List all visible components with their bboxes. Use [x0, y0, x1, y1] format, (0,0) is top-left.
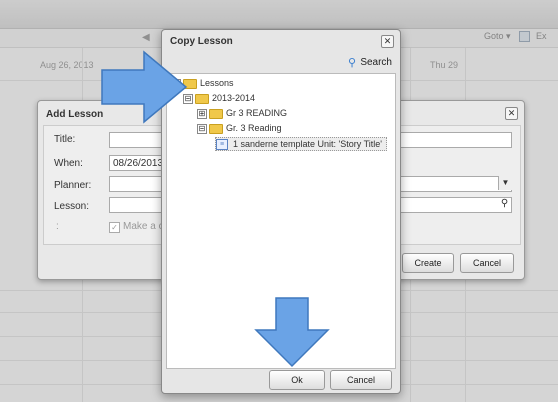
search-icon[interactable]: ⚲	[498, 197, 511, 211]
cancel-button[interactable]: Cancel	[460, 253, 514, 273]
tree-node-year[interactable]: ⊟ 2013-2014	[183, 92, 255, 104]
search-button[interactable]: Search	[360, 57, 392, 68]
folder-icon	[195, 93, 209, 104]
folder-icon	[209, 123, 223, 134]
planner-label: Planner:	[54, 180, 92, 191]
down-arrow-annotation	[254, 297, 330, 368]
title-label: Title:	[54, 134, 76, 145]
colon-label: :	[56, 221, 59, 232]
cancel-button[interactable]: Cancel	[330, 370, 392, 390]
when-field[interactable]: 08/26/2013	[109, 155, 169, 171]
chevron-down-icon[interactable]: ▼	[498, 176, 512, 190]
lesson-doc-icon: ≡	[216, 139, 228, 151]
tree-node-label: Gr. 3 Reading	[226, 123, 282, 133]
expand-icon[interactable]: ⊞	[197, 108, 207, 119]
collapse-icon[interactable]: ⊟	[197, 123, 207, 134]
make-copy-label: Make a c	[123, 221, 164, 232]
right-arrow-annotation	[101, 50, 188, 124]
tree-node-label: 2013-2014	[212, 93, 256, 103]
tree-node-label: Lessons	[200, 78, 234, 88]
tree-node-label: Gr 3 READING	[226, 108, 288, 118]
tree-node-lesson-selected[interactable]: ≡ 1 sanderne template Unit: 'Story Title'	[215, 137, 388, 151]
close-icon[interactable]: ✕	[505, 107, 518, 120]
close-icon[interactable]: ✕	[381, 35, 394, 48]
make-copy-checkbox[interactable]: ✓	[109, 222, 120, 233]
tree-node-gr3-reading-upper[interactable]: ⊞ Gr 3 READING	[197, 107, 287, 119]
tree-node-gr3-reading[interactable]: ⊟ Gr. 3 Reading	[197, 122, 282, 134]
when-label: When:	[54, 158, 83, 169]
search-icon[interactable]: ⚲	[348, 56, 356, 69]
lesson-label: Lesson:	[54, 201, 90, 212]
create-button[interactable]: Create	[402, 253, 454, 273]
folder-icon	[209, 108, 223, 119]
tree-node-label: 1 sanderne template Unit: 'Story Title'	[233, 139, 383, 149]
ok-button[interactable]: Ok	[269, 370, 325, 390]
